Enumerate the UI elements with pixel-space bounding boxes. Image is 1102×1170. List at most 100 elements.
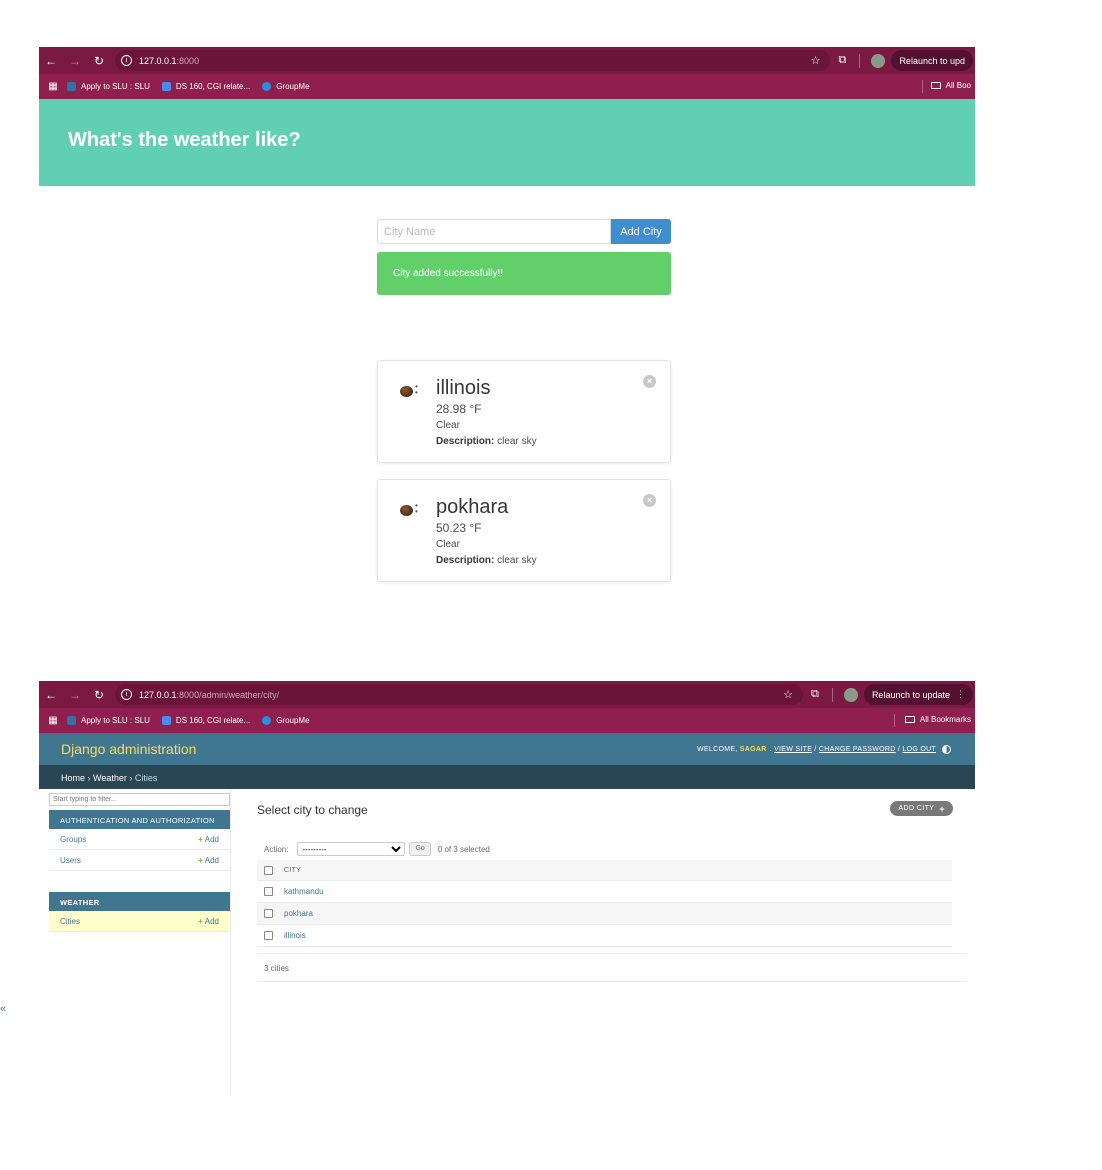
row-checkbox[interactable]: [264, 909, 273, 918]
groupme-favicon-icon: [262, 82, 272, 91]
profile-avatar[interactable]: [843, 687, 858, 702]
add-label: Add: [204, 835, 219, 844]
change-password-link[interactable]: Change password: [819, 746, 896, 753]
apps-grid-icon[interactable]: ▦: [39, 715, 67, 726]
bookmark-ds160[interactable]: DS 160, CGI relate...: [161, 716, 251, 725]
sidebar-item-label[interactable]: Groups: [60, 835, 86, 844]
city-name-input[interactable]: [377, 219, 611, 244]
bookmark-star-icon[interactable]: ☆: [811, 54, 821, 67]
relaunch-button[interactable]: Relaunch to update ⋮: [863, 684, 973, 705]
temperature: 28.98 °F: [436, 402, 482, 416]
plus-icon: +: [198, 917, 203, 926]
sidebar-item-groups: Groups + Add: [49, 829, 230, 850]
admin-header: Django administration Welcome, sagar. Vi…: [39, 733, 975, 765]
go-button[interactable]: Go: [409, 842, 431, 856]
view-site-link[interactable]: View site: [774, 746, 812, 753]
delete-icon[interactable]: ×: [643, 494, 656, 507]
city-link[interactable]: illinois: [284, 931, 306, 940]
hero-banner: What's the weather like?: [39, 99, 975, 186]
condition: Clear: [436, 420, 460, 431]
plus-icon: +: [198, 856, 203, 865]
nav-filter-input[interactable]: [49, 793, 230, 806]
browser-toolbar: ← → ↻ i 127.0.0.1:8000/admin/weather/cit…: [39, 681, 975, 708]
description-value: clear sky: [497, 555, 537, 566]
site-info-icon[interactable]: i: [121, 689, 132, 700]
bookmarks-divider: [922, 80, 923, 93]
bookmarks-bar: ▦ Apply to SLU : SLU DS 160, CGI relate.…: [39, 708, 975, 733]
address-bar[interactable]: i 127.0.0.1:8000 ☆: [115, 50, 831, 71]
row-checkbox[interactable]: [264, 887, 273, 896]
module-caption-auth[interactable]: Authentication and Authorization: [49, 810, 230, 829]
add-users-link[interactable]: + Add: [198, 856, 219, 865]
selection-counter: 0 of 3 selected: [437, 844, 490, 854]
relaunch-label: Relaunch to upd: [899, 55, 965, 66]
page-title: What's the weather like?: [68, 129, 301, 151]
forward-icon[interactable]: →: [63, 688, 87, 702]
back-icon[interactable]: ←: [39, 54, 63, 68]
extensions-icon[interactable]: ⧉: [803, 688, 827, 701]
breadcrumb-app[interactable]: Weather: [93, 773, 127, 783]
add-city-button[interactable]: Add City: [611, 219, 671, 244]
sidebar-item-users: Users + Add: [49, 850, 230, 871]
weather-card: • • illinois 28.98 °F Clear Description: …: [377, 360, 671, 463]
extensions-icon[interactable]: ⧉: [830, 54, 854, 67]
breadcrumb-current: Cities: [134, 773, 158, 783]
bookmark-label: GroupMe: [276, 82, 310, 91]
bookmarks-bar: ▦ Apply to SLU : SLU DS 160, CGI relate.…: [39, 74, 975, 99]
delete-icon[interactable]: ×: [643, 375, 656, 388]
more-menu-icon[interactable]: ⋮: [956, 689, 965, 700]
add-city-button[interactable]: ADD CITY +: [890, 801, 953, 816]
action-select[interactable]: ---------: [297, 842, 406, 856]
docs-favicon-icon: [161, 82, 171, 91]
plus-icon: +: [939, 803, 945, 814]
reload-icon[interactable]: ↻: [87, 688, 111, 702]
bookmark-slu[interactable]: Apply to SLU : SLU: [67, 82, 150, 91]
url-path: :8000: [176, 55, 200, 66]
address-bar[interactable]: i 127.0.0.1:8000/admin/weather/city/ ☆: [115, 684, 803, 705]
city-link[interactable]: pokhara: [284, 909, 313, 918]
admin-brand[interactable]: Django administration: [61, 741, 196, 757]
breadcrumb: Home › Weather › Cities: [39, 765, 975, 789]
bookmark-groupme[interactable]: GroupMe: [262, 82, 310, 91]
select-all-checkbox[interactable]: [264, 865, 273, 875]
bookmark-star-icon[interactable]: ☆: [783, 688, 793, 701]
sidebar-collapse-icon[interactable]: «: [0, 1003, 6, 1015]
table-row: illinois: [257, 925, 952, 947]
table-row: pokhara: [257, 903, 952, 925]
add-cities-link[interactable]: + Add: [198, 917, 219, 926]
relaunch-button[interactable]: Relaunch to upd: [891, 50, 973, 71]
bookmark-slu[interactable]: Apply to SLU : SLU: [67, 716, 150, 725]
actions-bar: Action: --------- Go 0 of 3 selected: [257, 838, 967, 860]
bookmark-groupme[interactable]: GroupMe: [262, 716, 310, 725]
description: Description: clear sky: [436, 436, 537, 447]
column-header-city[interactable]: CITY: [284, 867, 301, 874]
profile-avatar[interactable]: [871, 53, 886, 68]
theme-toggle-icon[interactable]: [942, 744, 951, 754]
site-info-icon[interactable]: i: [121, 55, 132, 66]
bookmark-label: DS 160, CGI relate...: [175, 716, 251, 725]
back-icon[interactable]: ←: [39, 688, 63, 702]
add-groups-link[interactable]: + Add: [198, 835, 219, 844]
log-out-link[interactable]: Log out: [902, 746, 936, 753]
city-name: pokhara: [436, 496, 509, 518]
all-bookmarks-label: All Boo: [945, 81, 971, 90]
folder-icon: [904, 716, 915, 723]
all-bookmarks[interactable]: All Boo: [930, 81, 971, 90]
table-header: CITY: [257, 860, 952, 881]
row-checkbox[interactable]: [264, 931, 273, 940]
forward-icon[interactable]: →: [63, 54, 87, 68]
module-caption-weather[interactable]: Weather: [49, 892, 230, 911]
toolbar-divider: [859, 53, 861, 68]
sidebar-item-label[interactable]: Cities: [60, 917, 80, 926]
bookmark-ds160[interactable]: DS 160, CGI relate...: [161, 82, 250, 91]
breadcrumb-home[interactable]: Home: [61, 773, 85, 783]
sidebar-item-label[interactable]: Users: [60, 856, 81, 865]
description-value: clear sky: [497, 436, 537, 447]
apps-grid-icon[interactable]: ▦: [39, 81, 67, 92]
action-label: Action:: [264, 844, 289, 854]
weather-card: • • pokhara 50.23 °F Clear Description: c…: [377, 479, 671, 582]
description-label: Description:: [436, 555, 495, 566]
city-link[interactable]: kathmandu: [284, 887, 324, 896]
reload-icon[interactable]: ↻: [87, 54, 111, 68]
all-bookmarks[interactable]: All Bookmarks: [904, 715, 971, 724]
